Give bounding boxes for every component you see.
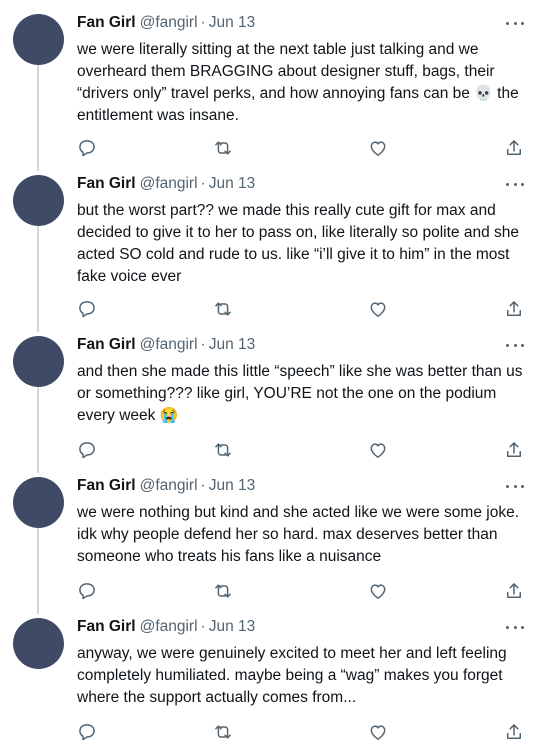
tweet-actions (0, 438, 540, 462)
retweet-icon (215, 141, 231, 155)
tweet-actions (0, 136, 540, 160)
tweet-thread: Fan Girl @fangirl · Jun 13 we were literall… (0, 0, 540, 755)
display-name[interactable]: Fan Girl (77, 618, 136, 635)
reply-button[interactable] (75, 720, 99, 744)
tweet[interactable]: Fan Girl @fangirl · Jun 13 we were nothing … (0, 475, 540, 605)
retweet-button[interactable] (211, 438, 235, 462)
tweet[interactable]: Fan Girl @fangirl · Jun 13 anyway, we were … (0, 616, 540, 751)
user-handle[interactable]: @fangirl (140, 14, 198, 31)
like-button[interactable] (366, 136, 390, 160)
retweet-button[interactable] (211, 297, 235, 321)
reply-bubble-icon (79, 442, 95, 459)
crying-face-emoji: 😭 (159, 407, 179, 424)
share-button[interactable] (502, 720, 526, 744)
user-handle[interactable]: @fangirl (140, 175, 198, 192)
avatar[interactable] (13, 175, 64, 226)
avatar[interactable] (13, 14, 64, 65)
heart-icon (370, 584, 386, 599)
more-options-icon[interactable] (506, 624, 524, 630)
tweet-text-body: we were nothing but kind and she acted l… (77, 504, 519, 565)
separator-dot: · (200, 175, 206, 192)
tweet-date[interactable]: Jun 13 (209, 477, 256, 494)
separator-dot: · (200, 336, 206, 353)
share-upload-icon (507, 724, 521, 739)
tweet-date[interactable]: Jun 13 (209, 14, 256, 31)
retweet-button[interactable] (211, 579, 235, 603)
reply-bubble-icon (79, 140, 95, 157)
more-options-icon[interactable] (506, 181, 524, 187)
tweet-actions (0, 579, 540, 603)
heart-icon (370, 302, 386, 317)
user-handle[interactable]: @fangirl (140, 618, 198, 635)
display-name[interactable]: Fan Girl (77, 175, 136, 192)
avatar[interactable] (13, 477, 64, 528)
skull-emoji: 💀 (474, 85, 493, 102)
share-button[interactable] (502, 297, 526, 321)
reply-bubble-icon (79, 583, 95, 600)
tweet-header: Fan Girl @fangirl · Jun 13 (77, 12, 255, 34)
reply-button[interactable] (75, 438, 99, 462)
reply-button[interactable] (75, 579, 99, 603)
tweet-text-body: and then she made this little “speech” l… (77, 363, 523, 424)
more-options-icon[interactable] (506, 20, 524, 26)
reply-bubble-icon (79, 301, 95, 318)
reply-bubble-icon (79, 724, 95, 741)
heart-icon (370, 725, 386, 740)
tweet-actions (0, 297, 540, 321)
more-options-icon[interactable] (506, 342, 524, 348)
separator-dot: · (200, 618, 206, 635)
share-button[interactable] (502, 579, 526, 603)
share-upload-icon (507, 583, 521, 598)
retweet-icon (215, 584, 231, 598)
display-name[interactable]: Fan Girl (77, 14, 136, 31)
tweet[interactable]: Fan Girl @fangirl · Jun 13 and then she mad… (0, 334, 540, 464)
tweet-text: and then she made this little “speech” l… (77, 361, 525, 427)
tweet[interactable]: Fan Girl @fangirl · Jun 13 but the worst pa… (0, 173, 540, 323)
avatar[interactable] (13, 336, 64, 387)
retweet-icon (215, 302, 231, 316)
tweet-text: anyway, we were genuinely excited to mee… (77, 643, 525, 709)
avatar[interactable] (13, 618, 64, 669)
like-button[interactable] (366, 720, 390, 744)
like-button[interactable] (366, 579, 390, 603)
user-handle[interactable]: @fangirl (140, 477, 198, 494)
reply-button[interactable] (75, 297, 99, 321)
share-upload-icon (507, 140, 521, 155)
reply-button[interactable] (75, 136, 99, 160)
tweet-text-body: we were literally sitting at the next ta… (77, 41, 495, 102)
heart-icon (370, 443, 386, 458)
retweet-icon (215, 725, 231, 739)
retweet-button[interactable] (211, 136, 235, 160)
tweet-header: Fan Girl @fangirl · Jun 13 (77, 334, 255, 356)
share-button[interactable] (502, 136, 526, 160)
share-button[interactable] (502, 438, 526, 462)
tweet-date[interactable]: Jun 13 (209, 336, 256, 353)
display-name[interactable]: Fan Girl (77, 336, 136, 353)
like-button[interactable] (366, 438, 390, 462)
tweet[interactable]: Fan Girl @fangirl · Jun 13 we were literall… (0, 12, 540, 162)
retweet-icon (215, 443, 231, 457)
tweet-text-body: anyway, we were genuinely excited to mee… (77, 645, 507, 706)
tweet-text-body: but the worst part?? we made this really… (77, 202, 520, 285)
like-button[interactable] (366, 297, 390, 321)
tweet-text: but the worst part?? we made this really… (77, 200, 525, 288)
heart-icon (370, 141, 386, 156)
display-name[interactable]: Fan Girl (77, 477, 136, 494)
tweet-header: Fan Girl @fangirl · Jun 13 (77, 173, 255, 195)
retweet-button[interactable] (211, 720, 235, 744)
tweet-text: we were literally sitting at the next ta… (77, 39, 525, 127)
tweet-date[interactable]: Jun 13 (209, 175, 256, 192)
user-handle[interactable]: @fangirl (140, 336, 198, 353)
separator-dot: · (200, 477, 206, 494)
tweet-header: Fan Girl @fangirl · Jun 13 (77, 616, 255, 638)
tweet-actions (0, 720, 540, 744)
tweet-date[interactable]: Jun 13 (209, 618, 256, 635)
more-options-icon[interactable] (506, 483, 524, 489)
tweet-header: Fan Girl @fangirl · Jun 13 (77, 475, 255, 497)
share-upload-icon (507, 301, 521, 316)
share-upload-icon (507, 442, 521, 457)
tweet-text: we were nothing but kind and she acted l… (77, 502, 525, 568)
separator-dot: · (200, 14, 206, 31)
